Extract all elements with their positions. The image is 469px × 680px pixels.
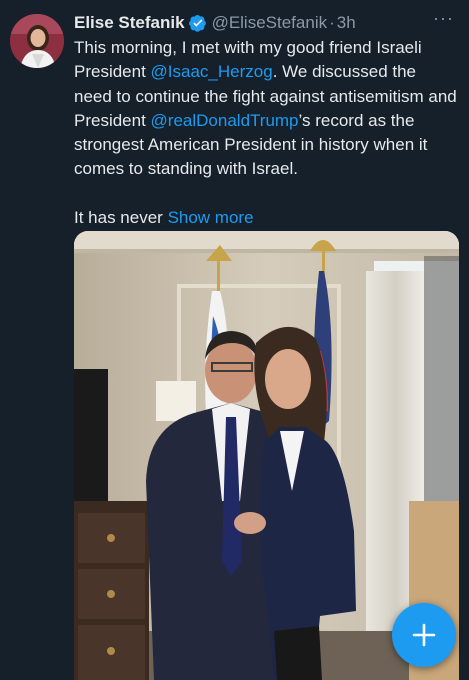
avatar[interactable] [10,14,64,68]
verified-badge-icon [188,14,206,32]
author-handle[interactable]: @EliseStefanik [212,13,328,33]
avatar-image [10,14,64,68]
author-name[interactable]: Elise Stefanik [74,13,185,33]
tweet[interactable]: Elise Stefanik @EliseStefanik · 3h ··· T… [0,0,469,680]
more-options-icon[interactable]: ··· [433,9,457,30]
show-more-link[interactable]: Show more [168,208,254,227]
timestamp[interactable]: 3h [337,13,356,33]
mention-link-herzog[interactable]: @Isaac_Herzog [151,62,273,81]
mention-link-trump[interactable]: @realDonaldTrump [151,111,299,130]
compose-button[interactable] [392,603,456,667]
tweet-paragraph-truncated: It has never Show more [74,206,458,230]
separator-dot: · [329,13,335,32]
tweet-header: Elise Stefanik @EliseStefanik · 3h [74,12,429,34]
tweet-text: This morning, I met with my good friend … [74,36,458,230]
tweet-text-4: It has never [74,207,168,227]
tweet-paragraph: This morning, I met with my good friend … [74,36,458,182]
plus-icon [412,623,436,647]
